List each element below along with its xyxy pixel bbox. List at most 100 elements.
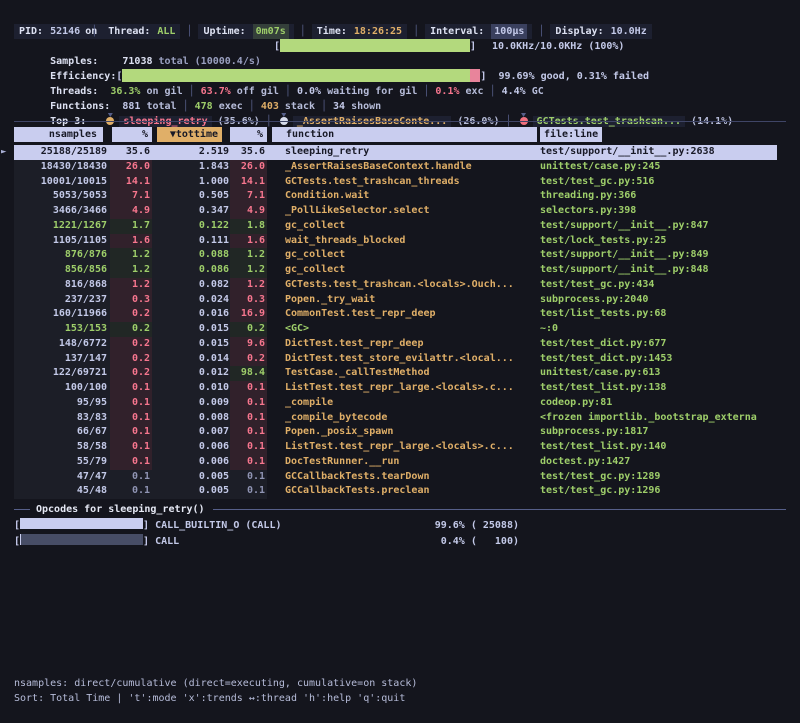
cell-tottime: 0.006 xyxy=(152,455,230,470)
cell-function: Popen._posix_spawn xyxy=(285,425,540,440)
cell-spacer xyxy=(267,470,285,485)
table-row[interactable]: 148/67720.20.0159.6DictTest.test_repr_de… xyxy=(14,337,777,352)
table-row[interactable]: 83/830.10.0080.1_compile_bytecode<frozen… xyxy=(14,411,777,426)
samples-bar-fill xyxy=(280,39,470,52)
cell-pct-direct: 4.9 xyxy=(110,204,152,219)
cell-spacer xyxy=(267,189,285,204)
table-row[interactable]: 45/480.10.0050.1GCCallbackTests.preclean… xyxy=(14,484,777,499)
table-row[interactable]: ►25188/2518935.62.51935.6sleeping_retryt… xyxy=(14,145,777,160)
table-row[interactable]: 66/670.10.0070.1Popen._posix_spawnsubpro… xyxy=(14,425,777,440)
table-row[interactable]: 1105/11051.60.1111.6wait_threads_blocked… xyxy=(14,234,777,249)
cell-spacer xyxy=(267,455,285,470)
time-value: 18:26:25 xyxy=(354,24,402,39)
cell-file-line: subprocess.py:2040 xyxy=(540,293,777,308)
table-row[interactable]: 55/790.10.0060.1DocTestRunner.__rundocte… xyxy=(14,455,777,470)
cell-nsamples: 856/856 xyxy=(14,263,110,278)
cell-function: TestCase._callTestMethod xyxy=(285,366,540,381)
table-row[interactable]: 856/8561.20.0861.2gc_collecttest/support… xyxy=(14,263,777,278)
cell-function: _PollLikeSelector.select xyxy=(285,204,540,219)
table-row[interactable]: 10001/1001514.11.00014.1GCTests.test_tra… xyxy=(14,175,777,190)
cell-pct-direct: 0.1 xyxy=(110,470,152,485)
table-row[interactable]: 122/697210.20.01298.4TestCase._callTestM… xyxy=(14,366,777,381)
cell-tottime: 2.519 xyxy=(152,145,230,160)
cell-nsamples: 5053/5053 xyxy=(14,189,110,204)
cell-nsamples: 45/48 xyxy=(14,484,110,499)
cell-pct-direct: 26.0 xyxy=(110,160,152,175)
table-row[interactable]: 5053/50537.10.5057.1Condition.waitthread… xyxy=(14,189,777,204)
separator: │ xyxy=(85,24,103,39)
thread-segment[interactable]: Thread:ALL xyxy=(103,24,180,39)
header-file-line[interactable]: file:line xyxy=(540,127,777,143)
separator: │ xyxy=(243,101,261,112)
table-row[interactable]: 1221/12671.70.1221.8gc_collecttest/suppo… xyxy=(14,219,777,234)
samples-total: 71038 xyxy=(122,56,152,67)
cell-function: _compile xyxy=(285,396,540,411)
function-stat-value: 403 xyxy=(261,101,279,112)
cell-spacer xyxy=(267,366,285,381)
cell-pct-cumulative: 16.9 xyxy=(230,307,267,322)
cell-pct-direct: 0.1 xyxy=(110,381,152,396)
cell-pct-direct: 0.1 xyxy=(110,440,152,455)
functions-label: Functions: xyxy=(50,101,110,112)
uptime-value: 0m07s xyxy=(253,24,289,39)
cell-pct-cumulative: 0.1 xyxy=(230,470,267,485)
cell-function: gc_collect xyxy=(285,219,540,234)
opcodes-body: []CALL_BUILTIN_O (CALL)99.6% ( 25088)[]C… xyxy=(14,518,786,549)
cell-file-line: test/support/__init__.py:849 xyxy=(540,248,777,263)
function-stat-text: stack xyxy=(279,101,315,112)
cell-function: gc_collect xyxy=(285,263,540,278)
cell-pct-direct: 0.1 xyxy=(110,484,152,499)
cell-pct-direct: 14.1 xyxy=(110,175,152,190)
header-pct-cumulative[interactable]: % xyxy=(230,127,267,143)
separator: │ xyxy=(279,86,297,97)
table-row[interactable]: 3466/34664.90.3474.9_PollLikeSelector.se… xyxy=(14,204,777,219)
cell-spacer xyxy=(267,145,285,160)
cell-nsamples: 47/47 xyxy=(14,470,110,485)
cell-file-line: threading.py:366 xyxy=(540,189,777,204)
table-row[interactable]: 58/580.10.0060.1ListTest.test_repr_large… xyxy=(14,440,777,455)
cell-pct-cumulative: 1.6 xyxy=(230,234,267,249)
table-row[interactable]: 47/470.10.0050.1GCCallbackTests.tearDown… xyxy=(14,470,777,485)
table-row[interactable]: 100/1000.10.0100.1ListTest.test_repr_lar… xyxy=(14,381,777,396)
header-tottime-sorted[interactable]: ▼tottime xyxy=(152,127,230,143)
table-row[interactable]: 153/1530.20.0150.2<GC>~:0 xyxy=(14,322,777,337)
header-nsamples[interactable]: nsamples xyxy=(14,127,110,143)
opcode-bar xyxy=(20,518,143,529)
thread-stat-text: exc xyxy=(460,86,484,97)
cell-pct-direct: 0.2 xyxy=(110,366,152,381)
cell-function: wait_threads_blocked xyxy=(285,234,540,249)
uptime-segment: Uptime:0m07s xyxy=(198,24,293,39)
footer: nsamples: direct/cumulative (direct=exec… xyxy=(14,676,790,706)
cell-file-line: test/test_list.py:138 xyxy=(540,381,777,396)
cell-file-line: unittest/case.py:613 xyxy=(540,366,777,381)
display-segment: Display:10.0Hz xyxy=(550,24,651,39)
cell-tottime: 0.010 xyxy=(152,381,230,396)
thread-stat-text: waiting for gil xyxy=(321,86,417,97)
table-row[interactable]: 18430/1843026.01.84326.0_AssertRaisesBas… xyxy=(14,160,777,175)
header-function[interactable]: function xyxy=(285,127,540,143)
table-row[interactable]: 237/2370.30.0240.3Popen._try_waitsubproc… xyxy=(14,293,777,308)
cell-tottime: 0.111 xyxy=(152,234,230,249)
table-row[interactable]: 816/8681.20.0821.2GCTests.test_trashcan.… xyxy=(14,278,777,293)
efficiency-bar-failed xyxy=(470,69,480,82)
table-row[interactable]: 137/1470.20.0140.2DictTest.test_store_ev… xyxy=(14,352,777,367)
thread-stat-value: 4.4% xyxy=(502,86,526,97)
cell-function: ListTest.test_repr_large.<locals>.c... xyxy=(285,381,540,396)
cell-tottime: 1.843 xyxy=(152,160,230,175)
table-row[interactable]: 876/8761.20.0881.2gc_collecttest/support… xyxy=(14,248,777,263)
cell-spacer xyxy=(267,381,285,396)
cell-tottime: 0.086 xyxy=(152,263,230,278)
separator: │ xyxy=(532,24,550,39)
table-row[interactable]: 95/950.10.0090.1_compilecodeop.py:81 xyxy=(14,396,777,411)
cell-pct-cumulative: 0.1 xyxy=(230,455,267,470)
cell-spacer xyxy=(267,278,285,293)
cell-tottime: 0.122 xyxy=(152,219,230,234)
cell-tottime: 0.008 xyxy=(152,411,230,426)
header-pct-direct[interactable]: % xyxy=(110,127,152,143)
cell-file-line: test/support/__init__.py:847 xyxy=(540,219,777,234)
table-row[interactable]: 160/119660.20.01616.9CommonTest.test_rep… xyxy=(14,307,777,322)
opcode-row: []CALL0.4% ( 100) xyxy=(14,534,786,549)
cell-spacer xyxy=(267,219,285,234)
cell-tottime: 0.088 xyxy=(152,248,230,263)
cell-function: GCCallbackTests.preclean xyxy=(285,484,540,499)
